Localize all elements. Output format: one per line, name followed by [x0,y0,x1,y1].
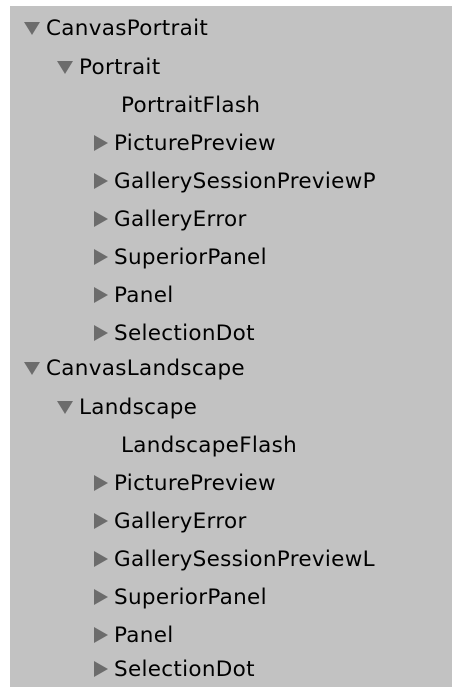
tree-item-label: GalleryError [114,508,247,534]
tree-item-label: Landscape [79,394,198,420]
tree-item-label: PicturePreview [114,470,276,496]
tree-item-gallerysessionpreviewp[interactable]: GallerySessionPreviewP [10,164,452,198]
tree-item-canvasportrait[interactable]: CanvasPortrait [10,11,452,45]
tree-item-galleryerror[interactable]: GalleryError [10,202,452,236]
tree-item-panel[interactable]: Panel [10,618,452,652]
tree-item-gallerysessionpreviewl[interactable]: GallerySessionPreviewL [10,542,452,576]
expand-arrow-icon[interactable] [24,21,40,35]
tree-item-label: GallerySessionPreviewP [114,168,376,194]
tree-item-picturepreview[interactable]: PicturePreview [10,126,452,160]
collapse-arrow-icon[interactable] [94,475,108,491]
collapse-arrow-icon[interactable] [94,249,108,265]
collapse-arrow-icon[interactable] [94,627,108,643]
tree-item-selectiondot[interactable]: SelectionDot [10,316,452,350]
tree-item-label: SelectionDot [114,320,255,346]
expand-arrow-icon[interactable] [57,60,73,74]
tree-item-label: PicturePreview [114,130,276,156]
tree-item-label: Panel [114,622,174,648]
tree-item-label: LandscapeFlash [121,432,298,458]
tree-item-picturepreview[interactable]: PicturePreview [10,466,452,500]
tree-item-label: Portrait [79,54,161,80]
collapse-arrow-icon[interactable] [94,589,108,605]
hierarchy-panel: CanvasPortrait Portrait PortraitFlash Pi… [10,6,452,687]
tree-item-label: CanvasLandscape [46,355,245,381]
tree-item-panel[interactable]: Panel [10,278,452,312]
tree-item-landscapeflash[interactable]: LandscapeFlash [10,428,452,462]
collapse-arrow-icon[interactable] [94,211,108,227]
collapse-arrow-icon[interactable] [94,287,108,303]
tree-item-label: PortraitFlash [121,92,261,118]
tree-item-label: CanvasPortrait [46,15,209,41]
tree-item-label: SuperiorPanel [114,584,267,610]
tree-item-superiorpanel[interactable]: SuperiorPanel [10,240,452,274]
tree-item-selectiondot[interactable]: SelectionDot [10,652,452,686]
tree-item-galleryerror[interactable]: GalleryError [10,504,452,538]
tree-item-label: SuperiorPanel [114,244,267,270]
collapse-arrow-icon[interactable] [94,325,108,341]
collapse-arrow-icon[interactable] [94,173,108,189]
tree-item-label: GallerySessionPreviewL [114,546,375,572]
tree-item-landscape[interactable]: Landscape [10,390,452,424]
tree-item-portrait[interactable]: Portrait [10,50,452,84]
tree-item-label: Panel [114,282,174,308]
collapse-arrow-icon[interactable] [94,551,108,567]
tree-item-label: GalleryError [114,206,247,232]
expand-arrow-icon[interactable] [57,400,73,414]
collapse-arrow-icon[interactable] [94,135,108,151]
tree-item-canvaslandscape[interactable]: CanvasLandscape [10,351,452,385]
tree-item-label: SelectionDot [114,656,255,682]
tree-item-portraitflash[interactable]: PortraitFlash [10,88,452,122]
collapse-arrow-icon[interactable] [94,513,108,529]
expand-arrow-icon[interactable] [24,361,40,375]
tree-item-superiorpanel[interactable]: SuperiorPanel [10,580,452,614]
collapse-arrow-icon[interactable] [94,661,108,677]
